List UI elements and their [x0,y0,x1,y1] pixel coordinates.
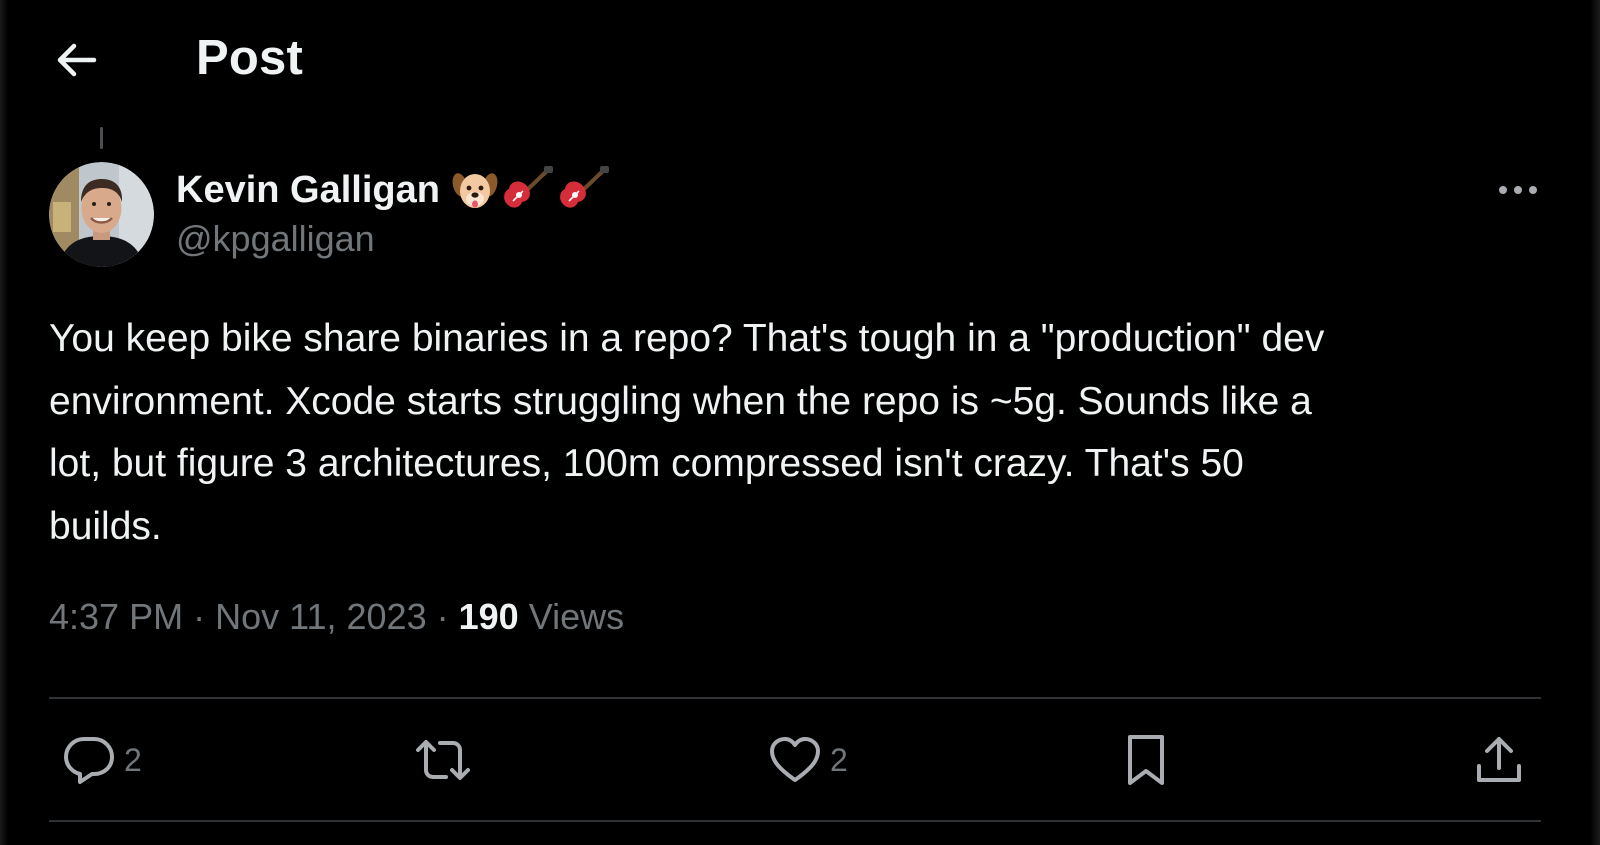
post-text-line: environment. Xcode starts struggling whe… [49,379,1312,423]
top-bar: Post [0,0,1600,120]
post-date[interactable]: Nov 11, 2023 [215,596,426,637]
thread-connector-line [100,127,103,149]
post-detail-screen: Post Kevin Galligan @kpgalligan You keep… [0,0,1600,845]
share-button[interactable] [1474,720,1524,800]
author-name-row: Kevin Galligan [176,164,610,216]
meta-separator: · [436,596,449,637]
like-button[interactable]: 2 [768,720,848,800]
post-text-line: lot, but figure 3 architectures, 100m co… [49,442,1244,485]
post-text: You keep bike share binaries in a repo? … [49,308,1549,558]
like-count: 2 [830,741,848,778]
views-count: 190 [458,596,519,637]
post-metadata: 4:37 PM · Nov 11, 2023 · 190 Views [49,596,624,638]
arrow-left-icon [57,43,97,77]
action-bar: 2 2 [0,720,1600,800]
avatar[interactable] [49,162,154,267]
more-horizontal-icon [1499,186,1537,194]
repost-icon [416,740,470,780]
reply-count: 2 [124,741,142,778]
avatar-photo [49,162,154,267]
bookmark-icon [1128,735,1164,785]
back-button[interactable] [50,36,102,84]
guitar-icon [560,166,609,208]
bookmark-button[interactable] [1124,720,1168,800]
author-handle[interactable]: @kpgalligan [176,218,375,260]
share-icon [1477,737,1521,782]
more-options-button[interactable] [1488,172,1548,208]
reply-icon [64,737,114,784]
post-text-line: You keep bike share binaries in a repo? … [49,317,1325,360]
views-label: Views [528,596,625,637]
guitar-icon [504,166,553,208]
name-emojis [452,165,610,215]
heart-icon [770,737,820,782]
divider [49,820,1541,822]
meta-separator: · [193,596,206,637]
post-text-line: builds. [49,504,162,548]
page-title: Post [196,31,303,85]
author-display-name[interactable]: Kevin Galligan [176,169,440,212]
reply-button[interactable]: 2 [62,720,142,800]
dog-face-icon [452,173,498,208]
repost-button[interactable] [412,720,474,800]
post-time[interactable]: 4:37 PM [49,596,183,637]
divider [49,697,1541,699]
